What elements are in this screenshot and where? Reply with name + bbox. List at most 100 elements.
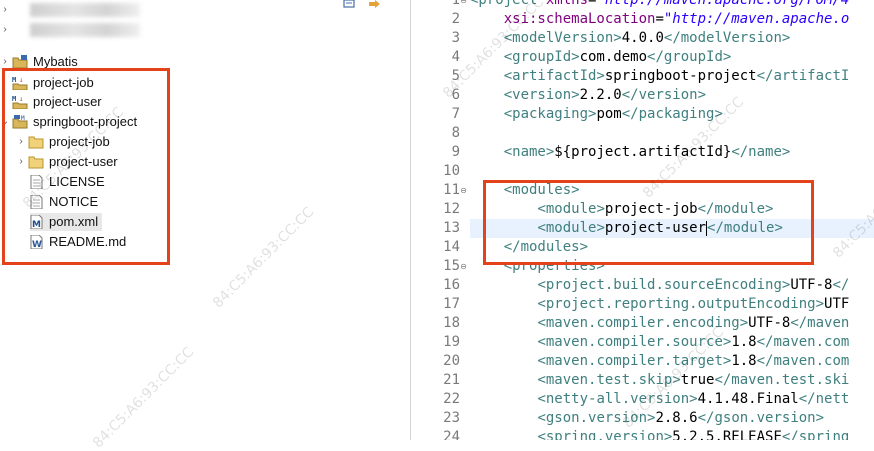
code-line[interactable]: <packaging>pom</packaging> xyxy=(470,105,723,124)
code-token: 4.0.0 xyxy=(621,30,664,46)
code-token: xmlns xyxy=(545,0,589,8)
code-token: 5.2.5.RELEASE xyxy=(672,429,782,440)
line-number: 14 xyxy=(443,239,460,255)
line-number: 13 xyxy=(443,220,460,236)
code-line[interactable]: <modelVersion>4.0.0</modelVersion> xyxy=(470,29,791,48)
code-token: </maven.com xyxy=(756,334,850,350)
code-line[interactable]: <name>${project.artifactId}</name> xyxy=(470,143,791,162)
code-token: </gson.version> xyxy=(697,410,825,426)
line-number: 24 xyxy=(443,429,460,440)
code-token: 1.8 xyxy=(731,334,757,350)
code-token: </nett xyxy=(798,391,850,407)
line-number: 4 xyxy=(451,49,460,65)
line-number: 7 xyxy=(451,106,460,122)
code-token: </maven xyxy=(790,315,850,331)
line-number: 8 xyxy=(451,125,460,141)
fold-toggle-icon[interactable]: ⊖ xyxy=(459,0,468,5)
annotation-box-tree xyxy=(2,68,170,265)
line-number: 20 xyxy=(443,353,460,369)
project-folder-icon xyxy=(12,55,28,69)
code-token: <maven.compiler.target> xyxy=(537,353,732,369)
line-number: 15 xyxy=(443,258,460,274)
code-token: <version> xyxy=(503,87,580,103)
annotation-box-modules xyxy=(483,180,814,265)
code-line[interactable]: <project.build.sourceEncoding>UTF-8</ xyxy=(470,276,849,295)
code-line[interactable]: <project xmlns="http://maven.apache.org/… xyxy=(470,0,849,10)
line-number: 11 xyxy=(443,182,460,198)
line-number: 1 xyxy=(451,0,460,8)
code-line[interactable]: <maven.test.skip>true</maven.test.ski xyxy=(470,371,849,390)
code-token: <project xyxy=(470,0,546,8)
code-token: 2.8.6 xyxy=(655,410,698,426)
code-line[interactable]: xsi:schemaLocation="http://maven.apache.… xyxy=(470,10,850,29)
line-number: 2 xyxy=(451,11,460,27)
code-line[interactable]: <groupId>com.demo</groupId> xyxy=(470,48,732,67)
code-token: <modelVersion> xyxy=(503,30,622,46)
code-token: xsi:schemaLocation xyxy=(503,11,656,27)
line-number: 9 xyxy=(451,144,460,160)
code-token: <maven.test.skip> xyxy=(537,372,681,388)
line-number: 19 xyxy=(443,334,460,350)
code-token: springboot-project xyxy=(604,68,757,84)
code-token: </ xyxy=(832,277,850,293)
view-divider[interactable] xyxy=(410,0,433,440)
code-token: true xyxy=(680,372,715,388)
code-token: = xyxy=(655,11,664,27)
line-number: 6 xyxy=(451,87,460,103)
code-token: <gson.version> xyxy=(537,410,656,426)
redacted-item-label xyxy=(30,23,140,37)
code-token: 2.2.0 xyxy=(579,87,622,103)
code-line[interactable]: <artifactId>springboot-project</artifact… xyxy=(470,67,850,86)
code-line[interactable]: <maven.compiler.target>1.8</maven.com xyxy=(470,352,849,371)
code-token: UTF xyxy=(824,296,850,312)
code-token: pom xyxy=(596,106,622,122)
line-number: 3 xyxy=(451,30,460,46)
code-token: </name> xyxy=(731,144,791,160)
code-token: UTF-8 xyxy=(790,277,833,293)
code-line[interactable]: <project.reporting.outputEncoding>UTF xyxy=(470,295,849,314)
fold-toggle-icon[interactable]: ⊖ xyxy=(459,262,468,271)
code-token: <spring.version> xyxy=(537,429,673,440)
code-line[interactable]: <spring.version>5.2.5.RELEASE</spring xyxy=(470,428,849,440)
collapsed-chevron-icon[interactable]: › xyxy=(0,20,10,40)
collapsed-chevron-icon[interactable]: › xyxy=(0,0,10,20)
code-line[interactable]: <maven.compiler.encoding>UTF-8</maven xyxy=(470,314,849,333)
line-number-gutter: 1 ⊖ 2 3 4 5 6 7 8 9 10 11 ⊖ 12 13 14 15 ⊖ 16 17 18 19 20 21 22 23… xyxy=(432,0,470,440)
line-number: 18 xyxy=(443,315,460,331)
code-line[interactable]: <netty-all.version>4.1.48.Final</nett xyxy=(470,390,849,409)
code-token: 1.8 xyxy=(731,353,757,369)
redacted-item-label xyxy=(30,3,140,17)
line-number: 17 xyxy=(443,296,460,312)
code-token: <groupId> xyxy=(503,49,580,65)
code-token: <maven.compiler.source> xyxy=(537,334,732,350)
code-token: <netty-all.version> xyxy=(537,391,698,407)
code-token: </version> xyxy=(621,87,707,103)
tree-item-redacted[interactable]: › xyxy=(0,0,400,20)
code-token: <maven.compiler.encoding> xyxy=(537,315,749,331)
line-number: 23 xyxy=(443,410,460,426)
code-token: 4.1.48.Final xyxy=(697,391,799,407)
fold-toggle-icon[interactable]: ⊖ xyxy=(459,186,468,195)
code-token: "http://maven.apache.o xyxy=(663,11,850,27)
tree-item-redacted[interactable]: › xyxy=(0,20,400,40)
line-number: 22 xyxy=(443,391,460,407)
code-token: "http://maven.apache.org/POM/4 xyxy=(596,0,850,8)
code-line[interactable]: <maven.compiler.source>1.8</maven.com xyxy=(470,333,849,352)
code-token: </packaging> xyxy=(621,106,723,122)
code-token: </maven.test.ski xyxy=(714,372,850,388)
code-line[interactable]: <gson.version>2.8.6</gson.version> xyxy=(470,409,824,428)
code-line[interactable]: <version>2.2.0</version> xyxy=(470,86,706,105)
pom-editor[interactable]: 1 ⊖ 2 3 4 5 6 7 8 9 10 11 ⊖ 12 13 14 15 ⊖ 16 17 18 19 20 21 22 23… xyxy=(432,0,874,440)
